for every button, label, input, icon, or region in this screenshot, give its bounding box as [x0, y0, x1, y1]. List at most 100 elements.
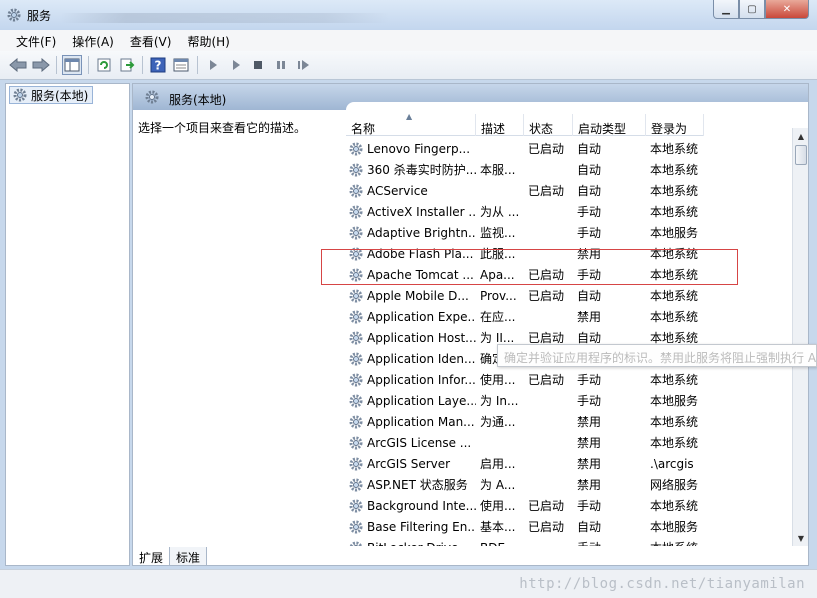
help-button[interactable]: ? — [148, 55, 168, 75]
table-row[interactable]: Application Laye... 为 In... 手动 本地服务 — [346, 390, 716, 411]
start-service-alt-button[interactable] — [226, 55, 246, 75]
column-header-logon-as[interactable]: 登录为 — [646, 114, 704, 136]
table-row[interactable]: Adaptive Brightn... 监视... 手动 本地服务 — [346, 222, 716, 243]
table-row[interactable]: BitLocker Drive ... BDE... 手动 本地系统 — [346, 537, 716, 546]
pause-service-button[interactable] — [271, 55, 291, 75]
service-gear-icon — [348, 414, 364, 430]
column-header-description[interactable]: 描述 — [476, 114, 524, 136]
service-startup-type-cell: 禁用 — [573, 413, 646, 430]
restart-service-button[interactable] — [294, 55, 314, 75]
table-row[interactable]: 360 杀毒实时防护... 本服... 自动 本地系统 — [346, 159, 716, 180]
service-startup-type: 自动 — [577, 331, 602, 345]
service-status: 已启动 — [528, 142, 565, 156]
close-button[interactable]: ✕ — [765, 0, 809, 19]
table-row[interactable]: Application Man... 为通... 禁用 本地系统 — [346, 411, 716, 432]
service-desc: Prov... — [480, 288, 517, 303]
service-desc-cell: 使用... — [476, 497, 524, 514]
vertical-scrollbar[interactable]: ▲ ▼ — [792, 128, 808, 546]
export-list-button[interactable] — [117, 55, 137, 75]
service-name: Application Man... — [367, 414, 475, 429]
scroll-up-icon[interactable]: ▲ — [793, 128, 808, 144]
service-gear-icon — [348, 498, 364, 514]
table-row[interactable]: ActiveX Installer ... 为从 ... 手动 本地系统 — [346, 201, 716, 222]
service-startup-type: 禁用 — [577, 436, 602, 450]
scroll-thumb[interactable] — [795, 145, 807, 165]
service-logon-cell: 本地系统 — [646, 182, 716, 199]
console-tree-icon — [64, 58, 80, 72]
service-startup-type-cell: 手动 — [573, 539, 646, 546]
service-status: 已启动 — [528, 499, 565, 513]
service-logon: 本地系统 — [650, 415, 699, 429]
table-row[interactable]: Base Filtering En... 基本... 已启动 自动 本地服务 — [346, 516, 716, 537]
service-startup-type-cell: 手动 — [573, 392, 646, 409]
toolbar-separator — [88, 56, 89, 74]
start-service-button[interactable] — [203, 55, 223, 75]
tree-item-services-local[interactable]: 服务(本地) — [9, 86, 94, 104]
restart-icon — [298, 60, 309, 70]
back-button[interactable] — [8, 55, 28, 75]
console-tree-button[interactable] — [62, 55, 82, 75]
services-pane: 服务(本地) 选择一个项目来查看它的描述。 ▲ 名称 描述 状态 启动类型 登录… — [132, 83, 809, 566]
service-name: Application Host... — [367, 330, 476, 345]
refresh-button[interactable] — [94, 55, 114, 75]
service-desc-cell: 为从 ... — [476, 203, 524, 220]
tab-standard[interactable]: 标准 — [169, 547, 208, 566]
service-name: Adaptive Brightn... — [367, 225, 476, 240]
menu-file[interactable]: 文件(F) — [8, 30, 64, 51]
service-gear-icon — [348, 372, 364, 388]
export-icon — [120, 58, 135, 72]
service-startup-type-cell: 自动 — [573, 182, 646, 199]
service-gear-icon — [348, 456, 364, 472]
table-row[interactable]: Application Expe... 在应... 禁用 本地系统 — [346, 306, 716, 327]
table-row[interactable]: ACService 已启动 自动 本地系统 — [346, 180, 716, 201]
maximize-button[interactable]: ▢ — [739, 0, 765, 19]
column-header-startup-type[interactable]: 启动类型 — [573, 114, 646, 136]
menu-action[interactable]: 操作(A) — [64, 30, 122, 51]
column-header-status[interactable]: 状态 — [524, 114, 573, 136]
service-status-cell: 已启动 — [524, 371, 573, 388]
service-name-cell: Apple Mobile D... — [346, 288, 476, 304]
tab-extended[interactable]: 扩展 — [132, 547, 171, 566]
view-tabs: 扩展 标准 — [132, 547, 208, 567]
toolbar-separator — [142, 56, 143, 74]
service-startup-type: 禁用 — [577, 415, 602, 429]
service-name-cell: Background Inte... — [346, 498, 476, 514]
close-icon: ✕ — [782, 3, 792, 15]
service-startup-type: 自动 — [577, 289, 602, 303]
table-row[interactable]: ArcGIS Server 启用... 禁用 .\arcgis — [346, 453, 716, 474]
table-row[interactable]: Apple Mobile D... Prov... 已启动 自动 本地系统 — [346, 285, 716, 306]
table-row[interactable]: Lenovo Fingerp... 已启动 自动 本地系统 — [346, 138, 716, 159]
menu-help[interactable]: 帮助(H) — [179, 30, 237, 51]
service-logon: 本地服务 — [650, 394, 699, 408]
column-header-name[interactable]: ▲ 名称 — [346, 112, 476, 136]
service-logon: 本地系统 — [650, 541, 698, 546]
table-row[interactable]: ArcGIS License ... 禁用 本地系统 — [346, 432, 716, 453]
minimize-button[interactable]: ▁ — [713, 0, 739, 19]
menu-view[interactable]: 查看(V) — [122, 30, 180, 51]
service-logon: 本地系统 — [650, 373, 699, 387]
table-row[interactable]: Background Inte... 使用... 已启动 手动 本地系统 — [346, 495, 716, 516]
service-logon-cell: 本地服务 — [646, 518, 716, 535]
column-header-row: ▲ 名称 描述 状态 启动类型 登录为 — [346, 112, 704, 136]
scroll-down-icon[interactable]: ▼ — [793, 530, 808, 546]
service-logon: 本地系统 — [650, 436, 699, 450]
service-name-cell: ActiveX Installer ... — [346, 204, 476, 220]
service-logon-cell: 本地系统 — [646, 497, 716, 514]
service-logon-cell: 本地系统 — [646, 161, 716, 178]
stop-service-button[interactable] — [248, 55, 268, 75]
service-status: 已启动 — [528, 289, 565, 303]
services-gear-icon — [6, 7, 22, 23]
service-description: 选择一个项目来查看它的描述。 — [138, 121, 307, 135]
properties-button[interactable] — [171, 55, 191, 75]
forward-button[interactable] — [31, 55, 51, 75]
table-row[interactable]: ASP.NET 状态服务为 A... 禁用 网络服务 — [346, 474, 716, 495]
service-gear-icon — [348, 288, 364, 304]
status-bar: http://blog.csdn.net/tianyamilan — [0, 569, 817, 598]
service-desc-cell: 在应... — [476, 308, 524, 325]
table-row[interactable]: Application Infor... 使用... 已启动 手动 本地系统 — [346, 369, 716, 390]
menu-bar: 文件(F) 操作(A) 查看(V) 帮助(H) — [0, 30, 817, 51]
start-icon — [210, 60, 217, 70]
service-logon-cell: 本地系统 — [646, 203, 716, 220]
services-gear-icon — [145, 90, 159, 104]
service-startup-type: 自动 — [577, 184, 602, 198]
